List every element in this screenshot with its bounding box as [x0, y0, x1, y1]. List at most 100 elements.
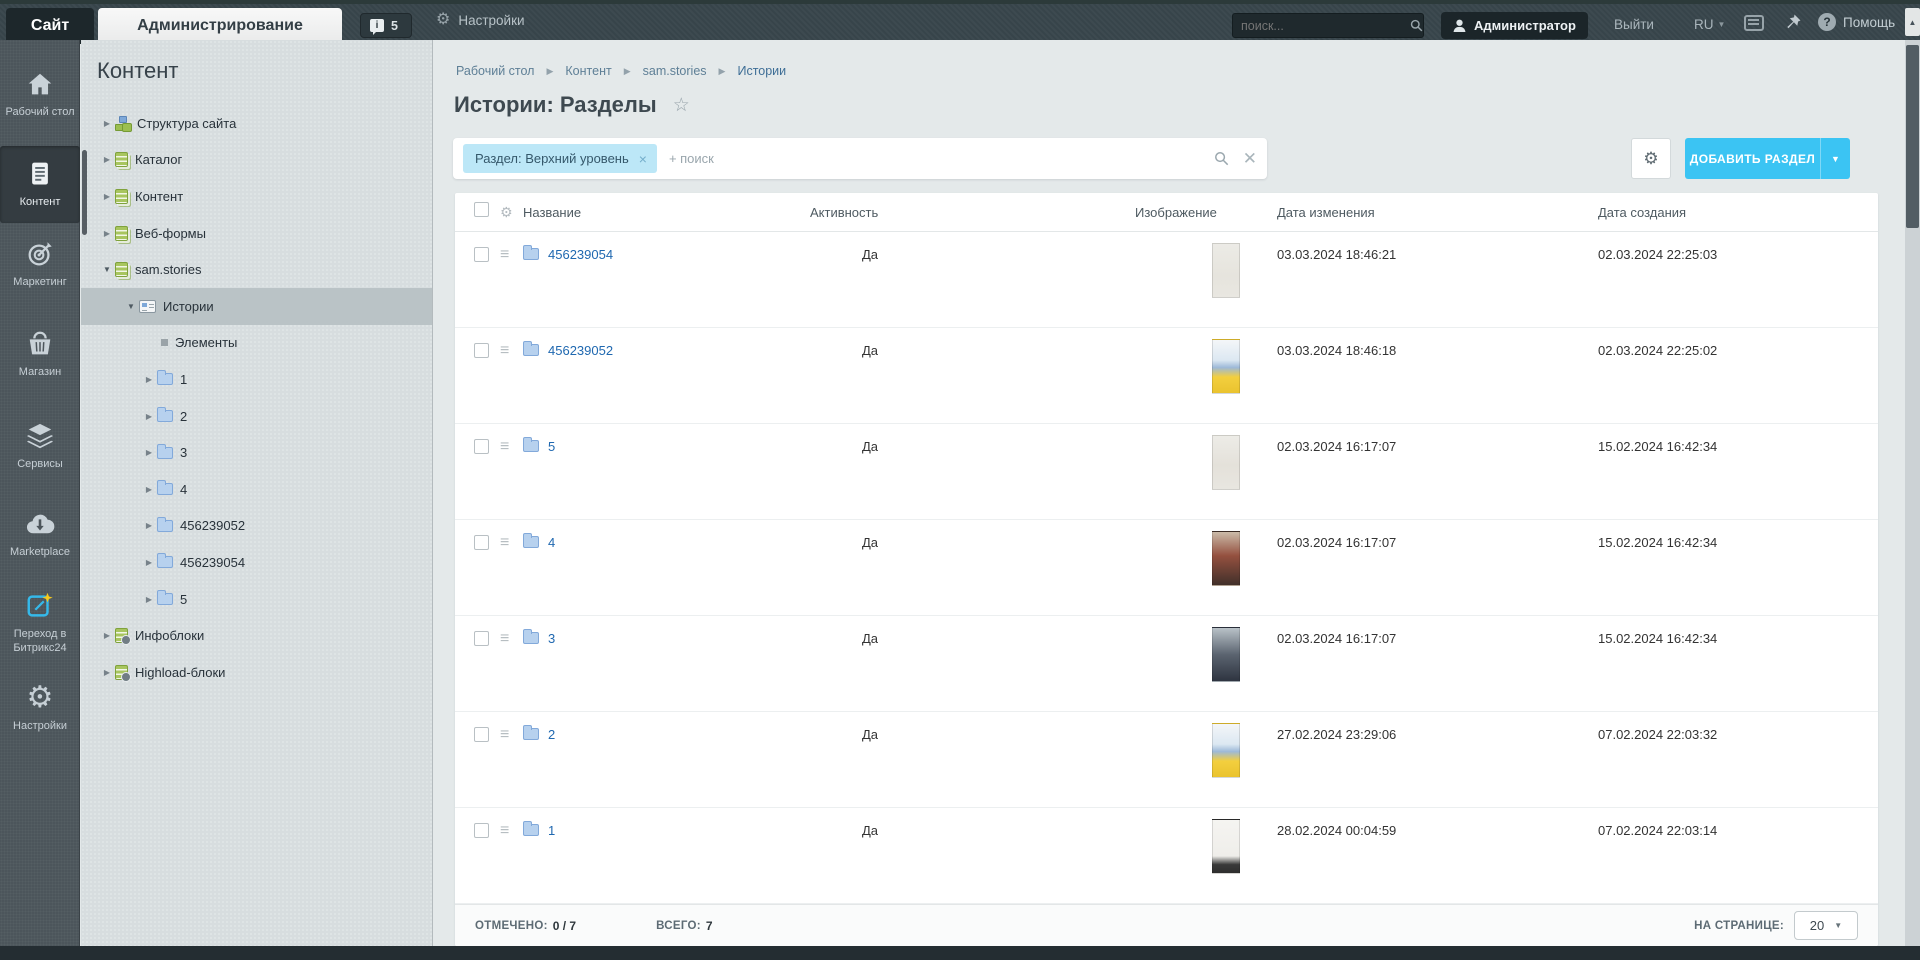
row-menu-icon[interactable]: ≡	[500, 631, 523, 646]
filter-search-placeholder[interactable]: + поиск	[669, 151, 1214, 166]
row-thumbnail[interactable]	[1212, 627, 1240, 682]
row-menu-icon[interactable]: ≡	[500, 247, 523, 262]
sidebar-item-content[interactable]: Контент	[0, 146, 80, 223]
row-menu-icon[interactable]: ≡	[500, 343, 523, 358]
filter-chip[interactable]: Раздел: Верхний уровень ×	[463, 144, 657, 173]
row-checkbox[interactable]	[474, 247, 489, 262]
help-button[interactable]: ? Помощь	[1818, 13, 1895, 31]
chevron-right-icon[interactable]: ▶	[99, 668, 115, 677]
language-switcher[interactable]: RU▼	[1694, 17, 1725, 32]
vertical-scrollbar-thumb[interactable]	[1906, 45, 1919, 228]
gear-icon[interactable]: ⚙	[500, 204, 523, 221]
row-checkbox[interactable]	[474, 535, 489, 550]
sidebar-item-desktop[interactable]: Рабочий стол	[0, 68, 80, 120]
chevron-down-icon[interactable]: ▼	[99, 265, 115, 274]
chevron-down-icon[interactable]: ▼	[123, 302, 139, 311]
section-link[interactable]: 3	[548, 631, 555, 646]
column-header-active[interactable]: Активность	[810, 205, 1135, 220]
topbar-settings-button[interactable]: ⚙ Настройки	[436, 12, 525, 28]
breadcrumb-item[interactable]: Контент	[565, 64, 611, 78]
chevron-right-icon[interactable]: ▶	[99, 192, 115, 201]
chevron-right-icon[interactable]: ▶	[99, 229, 115, 238]
tree-item-highload[interactable]: ▶Highload-блоки	[81, 654, 432, 691]
row-thumbnail[interactable]	[1212, 435, 1240, 490]
chip-close-icon[interactable]: ×	[639, 151, 647, 167]
chevron-right-icon[interactable]: ▶	[99, 631, 115, 640]
notifications-button[interactable]: i 5	[360, 13, 412, 38]
logout-link[interactable]: Выйти	[1614, 17, 1654, 32]
tree-item-folder-1[interactable]: ▶1	[81, 361, 432, 398]
tree-item-catalog[interactable]: ▶Каталог	[81, 142, 432, 179]
scroll-up-arrow[interactable]: ▲	[1905, 8, 1920, 36]
section-link[interactable]: 456239052	[548, 343, 613, 358]
hotkeys-icon[interactable]	[1744, 15, 1764, 31]
row-menu-icon[interactable]: ≡	[500, 727, 523, 742]
chevron-right-icon[interactable]: ▶	[141, 595, 157, 604]
row-checkbox[interactable]	[474, 631, 489, 646]
section-link[interactable]: 2	[548, 727, 555, 742]
tree-item-content[interactable]: ▶Контент	[81, 178, 432, 215]
search-icon[interactable]	[1214, 151, 1229, 166]
row-menu-icon[interactable]: ≡	[500, 535, 523, 550]
sidebar-item-shop[interactable]: Магазин	[0, 328, 80, 380]
tree-item-infoblocks[interactable]: ▶Инфоблоки	[81, 617, 432, 654]
chevron-right-icon[interactable]: ▶	[141, 412, 157, 421]
user-menu-button[interactable]: Администратор	[1441, 12, 1588, 39]
topbar-search-input[interactable]	[1233, 19, 1410, 33]
sidebar-item-settings[interactable]: ⚙ Настройки	[0, 682, 80, 734]
row-checkbox[interactable]	[474, 439, 489, 454]
column-header-name[interactable]: Название	[523, 205, 810, 220]
chevron-right-icon[interactable]: ▶	[99, 119, 115, 128]
section-link[interactable]: 456239054	[548, 247, 613, 262]
section-link[interactable]: 1	[548, 823, 555, 838]
favorite-star-icon[interactable]: ☆	[673, 94, 690, 117]
section-link[interactable]: 5	[548, 439, 555, 454]
clear-filter-icon[interactable]: ✕	[1243, 150, 1257, 167]
tree-item-site-structure[interactable]: ▶Структура сайта	[81, 105, 432, 142]
row-menu-icon[interactable]: ≡	[500, 439, 523, 454]
sidebar-item-services[interactable]: Сервисы	[0, 420, 80, 472]
tab-administration[interactable]: Администрирование	[98, 8, 342, 44]
row-thumbnail[interactable]	[1212, 243, 1240, 298]
tree-item-sam-stories[interactable]: ▼sam.stories	[81, 251, 432, 288]
tree-item-folder-2[interactable]: ▶2	[81, 398, 432, 435]
column-header-created[interactable]: Дата создания	[1598, 205, 1878, 220]
row-thumbnail[interactable]	[1212, 723, 1240, 778]
row-thumbnail[interactable]	[1212, 819, 1240, 874]
sidebar-item-marketing[interactable]: Маркетинг	[0, 238, 80, 290]
per-page-select[interactable]: 20▼	[1794, 911, 1858, 940]
sidebar-item-marketplace[interactable]: Marketplace	[0, 508, 80, 560]
chevron-right-icon[interactable]: ▶	[141, 558, 157, 567]
search-icon[interactable]	[1410, 19, 1423, 32]
tree-item-folder-5[interactable]: ▶5	[81, 581, 432, 618]
row-thumbnail[interactable]	[1212, 339, 1240, 394]
tree-item-folder-456239052[interactable]: ▶456239052	[81, 508, 432, 545]
breadcrumb-item[interactable]: sam.stories	[643, 64, 707, 78]
tree-item-folder-4[interactable]: ▶4	[81, 471, 432, 508]
row-checkbox[interactable]	[474, 823, 489, 838]
sidebar-item-bitrix24[interactable]: Переход в Битрикс24	[0, 590, 80, 656]
grid-settings-button[interactable]: ⚙	[1631, 138, 1671, 179]
add-section-button[interactable]: ДОБАВИТЬ РАЗДЕЛ ▼	[1685, 138, 1850, 179]
row-checkbox[interactable]	[474, 343, 489, 358]
row-checkbox[interactable]	[474, 727, 489, 742]
row-thumbnail[interactable]	[1212, 531, 1240, 586]
tree-item-webforms[interactable]: ▶Веб-формы	[81, 215, 432, 252]
tree-item-elements[interactable]: Элементы	[81, 325, 432, 362]
select-all-checkbox[interactable]	[474, 202, 489, 217]
tab-site[interactable]: Сайт	[6, 8, 94, 44]
chevron-right-icon[interactable]: ▶	[141, 485, 157, 494]
filter-bar[interactable]: Раздел: Верхний уровень × + поиск ✕	[453, 138, 1267, 179]
tree-item-folder-3[interactable]: ▶3	[81, 434, 432, 471]
breadcrumb-item[interactable]: Рабочий стол	[456, 64, 534, 78]
row-menu-icon[interactable]: ≡	[500, 823, 523, 838]
tree-item-stories[interactable]: ▼Истории	[81, 288, 432, 325]
chevron-right-icon[interactable]: ▶	[141, 375, 157, 384]
add-section-dropdown[interactable]: ▼	[1820, 138, 1850, 179]
chevron-right-icon[interactable]: ▶	[141, 521, 157, 530]
breadcrumb-item[interactable]: Истории	[737, 64, 786, 78]
column-header-image[interactable]: Изображение	[1135, 205, 1277, 220]
tree-item-folder-456239054[interactable]: ▶456239054	[81, 544, 432, 581]
chevron-right-icon[interactable]: ▶	[141, 448, 157, 457]
column-header-modified[interactable]: Дата изменения	[1277, 205, 1598, 220]
